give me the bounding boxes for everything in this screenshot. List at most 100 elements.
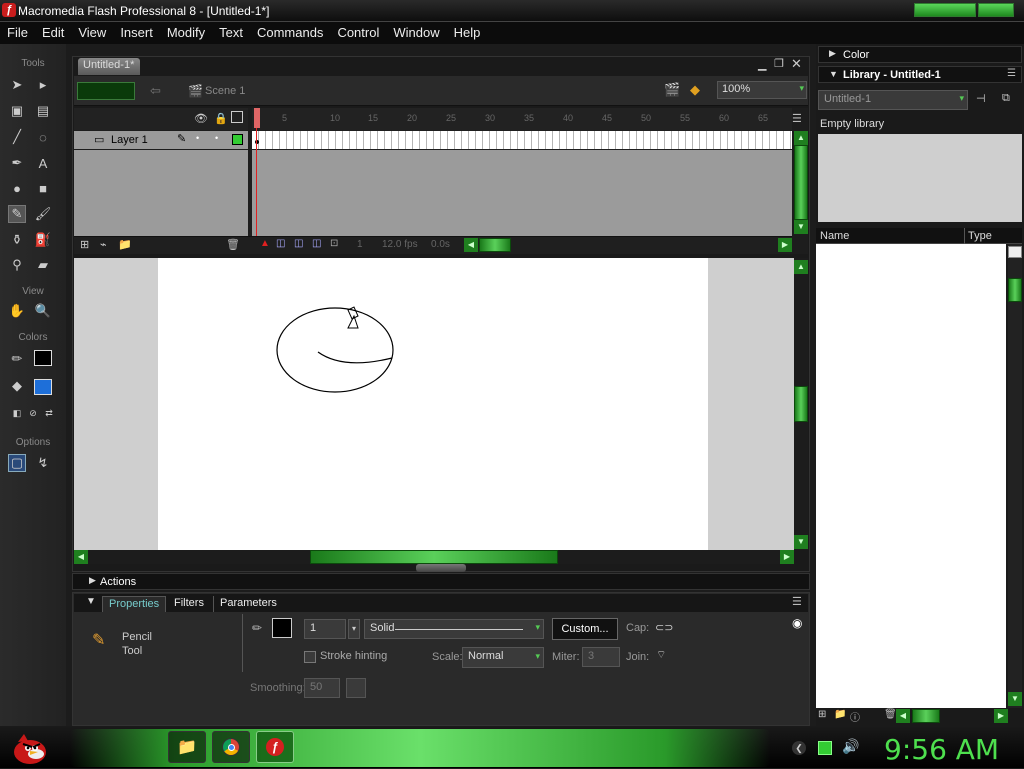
- timeline-menu-icon[interactable]: ☰: [792, 112, 808, 125]
- library-document-select[interactable]: Untitled-1 ▾: [818, 90, 968, 110]
- stage-scroll-up[interactable]: ▲: [794, 260, 808, 274]
- text-tool-icon[interactable]: A: [34, 154, 52, 172]
- library-hscroll-left[interactable]: ◀: [896, 709, 910, 723]
- fill-color-swatch[interactable]: [34, 379, 52, 395]
- timeline-hscroll-thumb[interactable]: [479, 238, 511, 252]
- stage-scroll-down[interactable]: ▼: [794, 535, 808, 549]
- oval-tool-icon[interactable]: ●: [8, 179, 26, 197]
- menu-modify[interactable]: Modify: [160, 22, 212, 40]
- stroke-width-stepper[interactable]: ▾: [348, 619, 360, 639]
- eye-icon[interactable]: 👁: [194, 112, 208, 125]
- menu-edit[interactable]: Edit: [35, 22, 71, 40]
- library-scroll-down[interactable]: ▼: [1008, 692, 1022, 706]
- timeline-vscroll-thumb[interactable]: [794, 145, 808, 220]
- object-drawing-icon[interactable]: ▢: [8, 454, 26, 472]
- pin-library-icon[interactable]: ⊣: [976, 92, 986, 105]
- new-library-panel-icon[interactable]: ⧉: [1002, 92, 1010, 105]
- stroke-style-select[interactable]: Solid ▾: [364, 619, 544, 639]
- ink-bottle-tool-icon[interactable]: ⚱: [8, 231, 26, 249]
- hscroll-right-arrow[interactable]: ▶: [778, 238, 792, 252]
- back-arrow-icon[interactable]: ⇦: [150, 83, 161, 99]
- tray-expand-icon[interactable]: ❮: [792, 741, 806, 755]
- cap-select-icon[interactable]: ⊂⊃: [655, 621, 673, 634]
- miter-input[interactable]: 3: [582, 647, 620, 667]
- insert-guide-icon[interactable]: ⌁: [100, 238, 107, 251]
- eyedropper-tool-icon[interactable]: ⚲: [8, 256, 26, 274]
- pencil-tool-icon[interactable]: ✎: [8, 205, 26, 223]
- paint-bucket-tool-icon[interactable]: ⛽: [34, 231, 52, 249]
- scale-select[interactable]: Normal ▾: [462, 647, 544, 668]
- modify-markers-icon[interactable]: ⊡: [330, 238, 338, 249]
- drawn-curve[interactable]: [317, 351, 393, 364]
- library-panel-header[interactable]: ▼ Library - Untitled-1 ☰: [818, 66, 1022, 83]
- lock-icon[interactable]: 🔒: [214, 112, 228, 125]
- zoom-tool-icon[interactable]: 🔍: [34, 302, 52, 320]
- tab-parameters[interactable]: Parameters: [213, 596, 283, 612]
- hscroll-left-arrow[interactable]: ◀: [464, 238, 478, 252]
- library-scroll-widget[interactable]: [1008, 246, 1022, 258]
- pencil-mode-icon[interactable]: ↯: [34, 454, 52, 472]
- onion-skin-icon[interactable]: ◫: [276, 238, 285, 249]
- stage[interactable]: [158, 258, 708, 550]
- stroke-color-picker[interactable]: [272, 618, 292, 638]
- frame-ruler[interactable]: 5 10 15 20 25 30 35 40 45 50 55 60 65: [252, 108, 792, 130]
- layer-lock-dot[interactable]: •: [215, 133, 218, 143]
- smoothing-input[interactable]: 50: [304, 678, 340, 698]
- free-transform-tool-icon[interactable]: ▣: [8, 102, 26, 120]
- pen-tool-icon[interactable]: ✒: [8, 154, 26, 172]
- taskbar-chrome[interactable]: [212, 731, 250, 763]
- library-hscroll-thumb[interactable]: [912, 709, 940, 723]
- edit-symbols-icon[interactable]: ◆: [690, 82, 700, 98]
- rectangle-tool-icon[interactable]: ■: [34, 179, 52, 197]
- join-select-icon[interactable]: ⌔: [656, 648, 666, 662]
- collapse-arrow-icon[interactable]: ▼: [86, 596, 96, 607]
- delete-layer-icon[interactable]: 🗑: [226, 238, 240, 251]
- onion-outline-icon[interactable]: ◫: [294, 238, 303, 249]
- line-tool-icon[interactable]: ╱: [8, 128, 26, 146]
- network-icon[interactable]: [818, 741, 832, 755]
- menu-file[interactable]: File: [0, 22, 35, 40]
- layer-outline-color[interactable]: [232, 134, 243, 145]
- selection-tool-icon[interactable]: ➤: [8, 76, 26, 94]
- menu-help[interactable]: Help: [447, 22, 488, 40]
- layer-row[interactable]: ▭ Layer 1 ✎ • •: [74, 131, 248, 149]
- doc-close-icon[interactable]: ✕: [791, 56, 802, 72]
- taskbar-flash[interactable]: ƒ: [256, 731, 294, 763]
- menu-view[interactable]: View: [71, 22, 113, 40]
- stage-scroll-left[interactable]: ◀: [74, 550, 88, 564]
- zoom-select[interactable]: 100% ▾: [717, 81, 807, 99]
- start-button[interactable]: [8, 730, 48, 766]
- tab-filters[interactable]: Filters: [168, 596, 210, 612]
- doc-minimize-icon[interactable]: ▁: [758, 58, 766, 71]
- new-folder-icon[interactable]: 📁: [834, 709, 846, 720]
- document-tab[interactable]: Untitled-1*: [78, 58, 140, 75]
- help-icon[interactable]: ◉: [792, 616, 802, 630]
- volume-icon[interactable]: 🔊: [842, 738, 859, 755]
- timeline-vscroll[interactable]: ▲ ▼: [794, 131, 808, 234]
- hand-tool-icon[interactable]: ✋: [8, 302, 26, 320]
- library-vscroll[interactable]: ▼: [1008, 244, 1022, 708]
- stroke-width-input[interactable]: 1: [304, 619, 346, 639]
- edit-scene-icon[interactable]: 🎬: [664, 82, 680, 98]
- stage-hscroll-thumb[interactable]: [310, 550, 558, 564]
- edit-multiple-frames-icon[interactable]: ◫: [312, 238, 321, 249]
- center-frame-icon[interactable]: ▲: [260, 238, 270, 249]
- close-button[interactable]: [978, 3, 1014, 17]
- menu-text[interactable]: Text: [212, 22, 250, 40]
- stage-scroll-right[interactable]: ▶: [780, 550, 794, 564]
- eraser-tool-icon[interactable]: ▰: [34, 256, 52, 274]
- stroke-color-swatch[interactable]: [34, 350, 52, 366]
- scroll-down-arrow[interactable]: ▼: [794, 220, 808, 234]
- column-type[interactable]: Type: [968, 230, 992, 242]
- library-menu-icon[interactable]: ☰: [1007, 68, 1016, 79]
- delete-item-icon[interactable]: 🗑: [884, 709, 897, 720]
- menu-insert[interactable]: Insert: [113, 22, 160, 40]
- smoothing-stepper[interactable]: [346, 678, 366, 698]
- layer-visible-dot[interactable]: •: [196, 133, 199, 143]
- brush-tool-icon[interactable]: 🖌: [34, 205, 52, 223]
- stage-hscroll[interactable]: ◀ ▶: [74, 550, 794, 564]
- swap-colors-icon[interactable]: ⇄: [40, 404, 58, 422]
- custom-button[interactable]: Custom...: [552, 618, 618, 640]
- insert-layer-icon[interactable]: ⊞: [80, 238, 89, 251]
- doc-restore-icon[interactable]: ❐: [774, 57, 784, 70]
